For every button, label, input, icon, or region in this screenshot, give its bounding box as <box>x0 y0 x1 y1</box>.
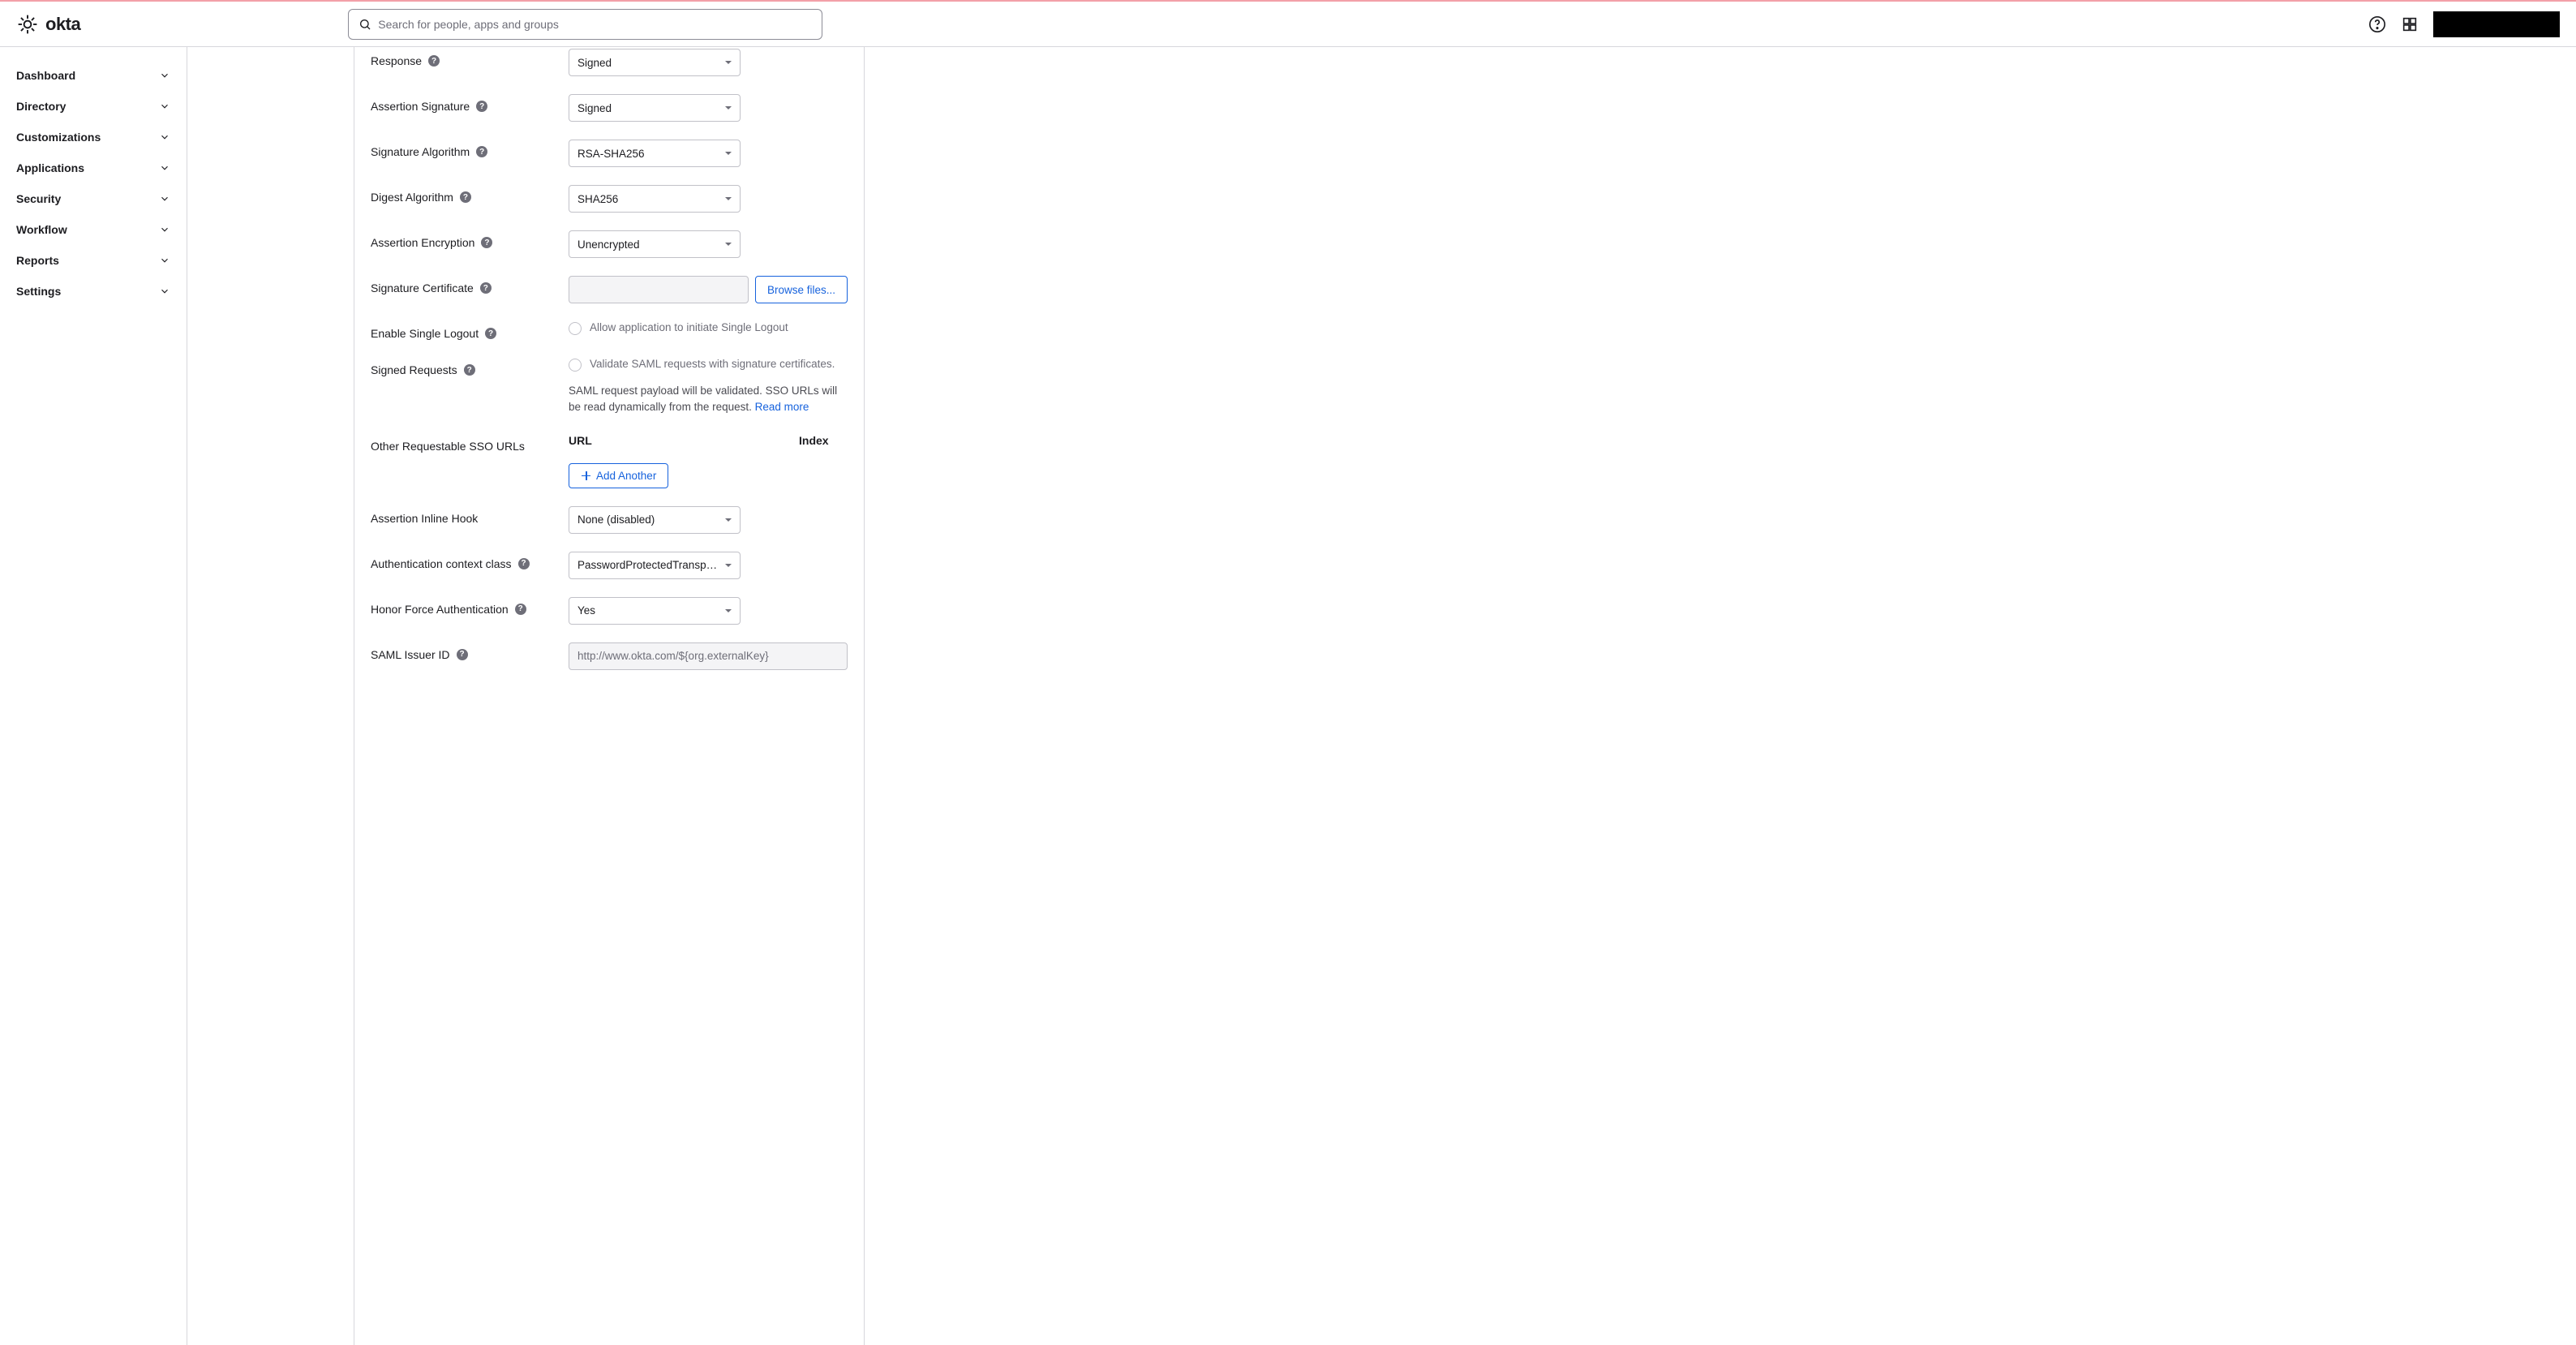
chevron-down-icon <box>159 162 170 174</box>
dropdown-caret-icon <box>725 61 732 64</box>
help-icon[interactable]: ? <box>460 191 471 203</box>
add-another-button[interactable]: Add Another <box>569 463 668 488</box>
search-input[interactable] <box>378 18 812 31</box>
assertion-signature-select[interactable]: Signed <box>569 94 741 122</box>
help-icon[interactable]: ? <box>457 649 468 660</box>
sidebar-item-label: Applications <box>16 161 84 174</box>
signed-requests-radio[interactable] <box>569 359 582 372</box>
honor-force-auth-label: Honor Force Authentication <box>371 603 509 616</box>
help-icon[interactable]: ? <box>515 604 526 615</box>
help-icon[interactable]: ? <box>518 558 530 569</box>
select-value: Signed <box>577 57 612 69</box>
select-value: Signed <box>577 102 612 114</box>
enable-single-logout-label: Enable Single Logout <box>371 327 479 340</box>
okta-logo-icon <box>16 13 39 36</box>
dropdown-caret-icon <box>725 518 732 522</box>
chevron-down-icon <box>159 70 170 81</box>
plus-icon <box>581 471 591 481</box>
sidebar-item-label: Directory <box>16 100 66 113</box>
help-icon[interactable]: ? <box>476 101 487 112</box>
assertion-inline-hook-select[interactable]: None (disabled) <box>569 506 741 534</box>
saml-issuer-id-label: SAML Issuer ID <box>371 648 450 661</box>
dropdown-caret-icon <box>725 609 732 612</box>
help-icon[interactable]: ? <box>464 364 475 376</box>
help-icon[interactable]: ? <box>485 328 496 339</box>
assertion-inline-hook-label: Assertion Inline Hook <box>371 512 478 525</box>
sidebar-item-workflow[interactable]: Workflow <box>0 214 187 245</box>
sidebar-item-label: Workflow <box>16 223 67 236</box>
help-icon[interactable]: ? <box>476 146 487 157</box>
topbar: okta <box>0 2 2576 47</box>
dropdown-caret-icon <box>725 564 732 567</box>
chevron-down-icon <box>159 193 170 204</box>
assertion-encryption-select[interactable]: Unencrypted <box>569 230 741 258</box>
select-value: None (disabled) <box>577 514 655 526</box>
sidebar-item-applications[interactable]: Applications <box>0 153 187 183</box>
other-sso-urls-label: Other Requestable SSO URLs <box>371 440 525 453</box>
index-column-header: Index <box>799 434 848 447</box>
sidebar-item-label: Dashboard <box>16 69 75 82</box>
honor-force-auth-select[interactable]: Yes <box>569 597 741 625</box>
saml-settings-panel: Response ? Signed Assertion Signature ? <box>354 47 865 1345</box>
sidebar-item-reports[interactable]: Reports <box>0 245 187 276</box>
response-label: Response <box>371 54 422 67</box>
digest-algorithm-select[interactable]: SHA256 <box>569 185 741 213</box>
okta-logo[interactable]: okta <box>16 13 80 36</box>
auth-context-class-label: Authentication context class <box>371 557 512 570</box>
assertion-encryption-label: Assertion Encryption <box>371 236 474 249</box>
chevron-down-icon <box>159 255 170 266</box>
sidebar-item-customizations[interactable]: Customizations <box>0 122 187 153</box>
assertion-signature-label: Assertion Signature <box>371 100 470 113</box>
sidebar-item-label: Customizations <box>16 131 101 144</box>
response-select[interactable]: Signed <box>569 49 741 76</box>
help-icon[interactable]: ? <box>480 282 492 294</box>
auth-context-class-select[interactable]: PasswordProtectedTransp… <box>569 552 741 579</box>
main: Response ? Signed Assertion Signature ? <box>187 47 2576 1345</box>
signature-certificate-label: Signature Certificate <box>371 281 474 294</box>
help-icon[interactable] <box>2368 15 2386 33</box>
signature-algorithm-label: Signature Algorithm <box>371 145 470 158</box>
select-value: SHA256 <box>577 193 618 205</box>
chevron-down-icon <box>159 131 170 143</box>
signed-requests-option: Validate SAML requests with signature ce… <box>590 358 835 370</box>
signature-certificate-file-display <box>569 276 749 303</box>
url-column-header: URL <box>569 434 799 447</box>
chevron-down-icon <box>159 101 170 112</box>
read-more-link[interactable]: Read more <box>755 401 809 413</box>
digest-algorithm-label: Digest Algorithm <box>371 191 453 204</box>
enable-single-logout-option: Allow application to initiate Single Log… <box>590 321 788 333</box>
signed-requests-label: Signed Requests <box>371 363 457 376</box>
chevron-down-icon <box>159 224 170 235</box>
sidebar-item-label: Security <box>16 192 61 205</box>
browse-files-button[interactable]: Browse files... <box>755 276 848 303</box>
sidebar-item-security[interactable]: Security <box>0 183 187 214</box>
sidebar: Dashboard Directory Customizations Appli… <box>0 47 187 1345</box>
user-menu[interactable] <box>2433 11 2560 37</box>
select-value: RSA-SHA256 <box>577 148 645 160</box>
select-value: Unencrypted <box>577 238 640 251</box>
help-icon[interactable]: ? <box>481 237 492 248</box>
apps-grid-icon[interactable] <box>2401 15 2419 33</box>
select-value: Yes <box>577 604 595 617</box>
help-icon[interactable]: ? <box>428 55 440 67</box>
saml-issuer-id-input[interactable] <box>569 642 848 670</box>
sidebar-item-label: Reports <box>16 254 59 267</box>
search-icon <box>358 18 371 31</box>
signature-algorithm-select[interactable]: RSA-SHA256 <box>569 140 741 167</box>
enable-single-logout-radio[interactable] <box>569 322 582 335</box>
chevron-down-icon <box>159 286 170 297</box>
okta-logo-text: okta <box>45 14 80 35</box>
sidebar-item-label: Settings <box>16 285 61 298</box>
sidebar-item-directory[interactable]: Directory <box>0 91 187 122</box>
global-search[interactable] <box>348 9 822 40</box>
dropdown-caret-icon <box>725 152 732 155</box>
dropdown-caret-icon <box>725 106 732 110</box>
sidebar-item-settings[interactable]: Settings <box>0 276 187 307</box>
sidebar-item-dashboard[interactable]: Dashboard <box>0 60 187 91</box>
select-value: PasswordProtectedTransp… <box>577 559 717 571</box>
dropdown-caret-icon <box>725 197 732 200</box>
dropdown-caret-icon <box>725 243 732 246</box>
